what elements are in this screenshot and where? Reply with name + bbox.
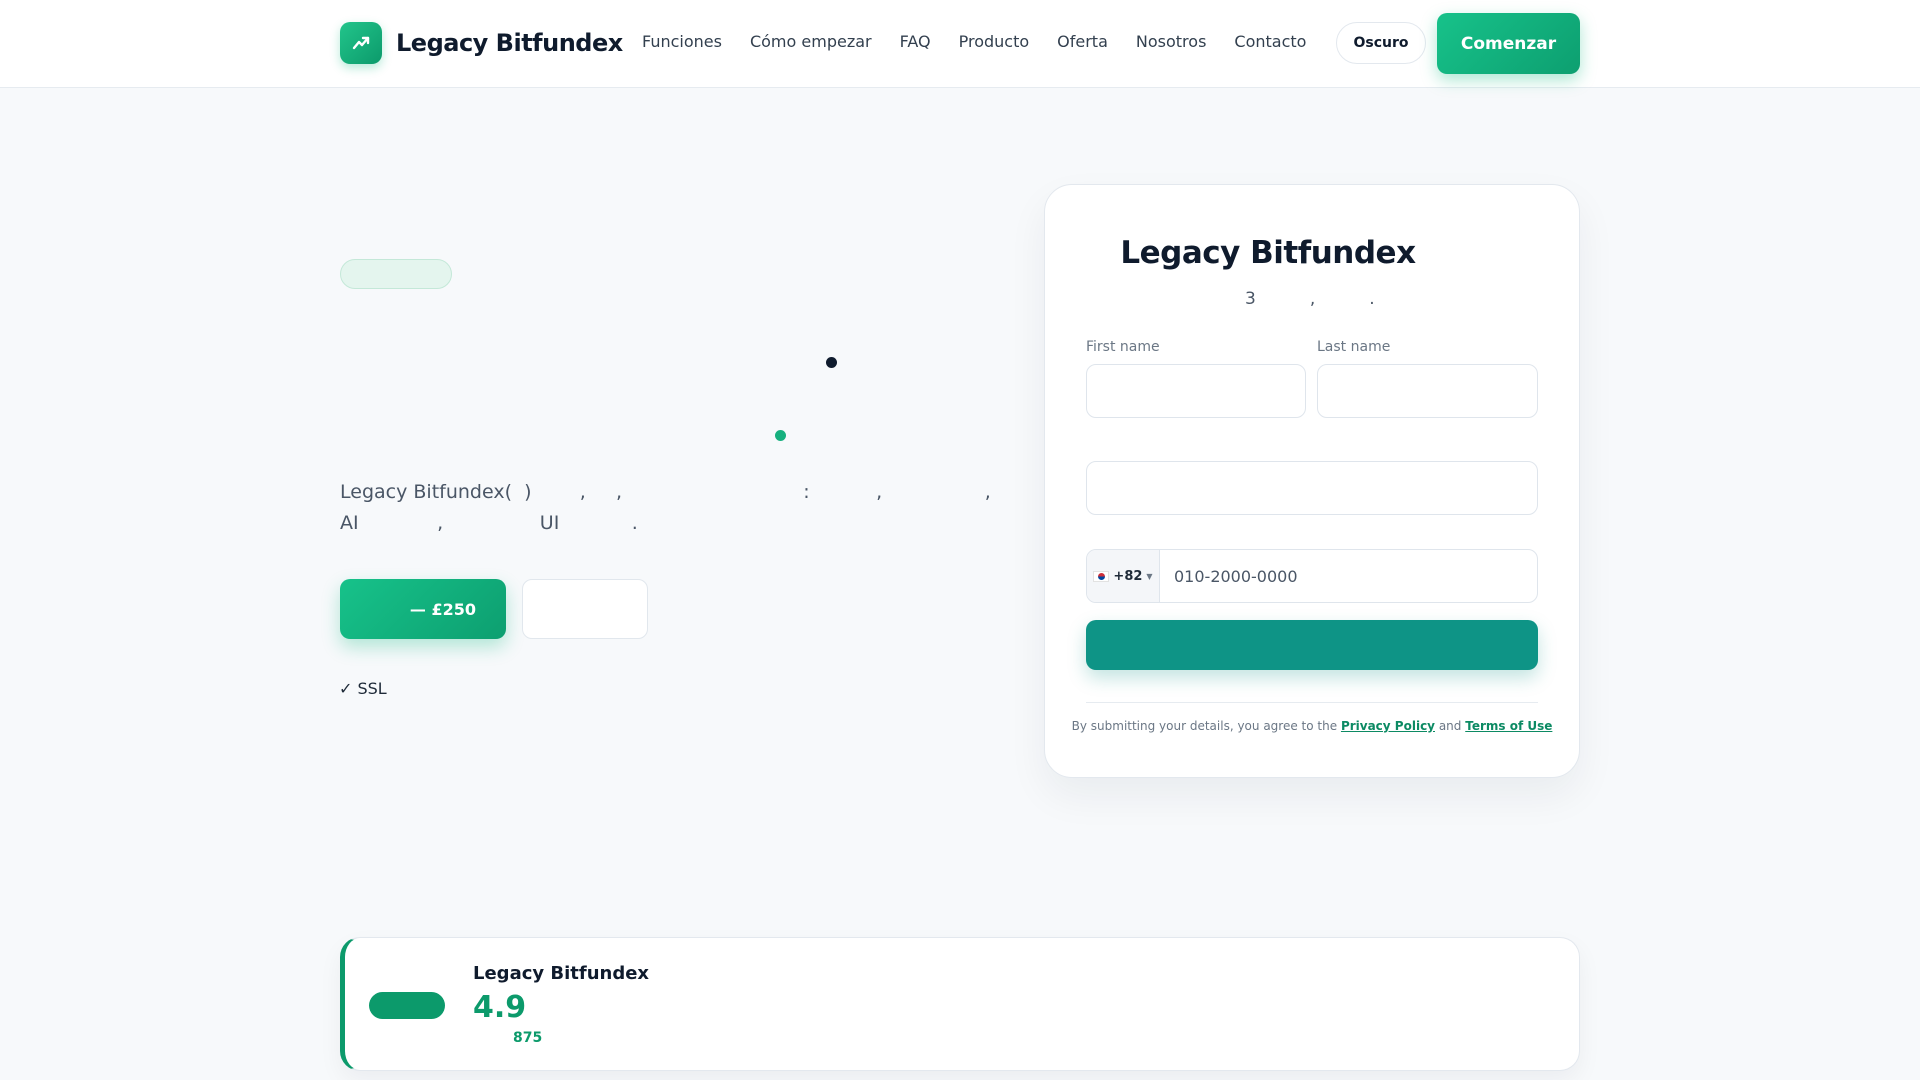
south-korea-flag-icon [1093, 570, 1110, 582]
decorative-dot-accent [775, 430, 786, 441]
hero-description-line: AI , UI . [340, 512, 638, 534]
main-nav: Funciones Cómo empezar FAQ Producto Ofer… [642, 32, 1334, 51]
first-name-input[interactable] [1086, 364, 1306, 418]
form-title: Legacy Bitfundex [1120, 235, 1416, 271]
country-code-select[interactable]: +82 ▼ [1087, 550, 1160, 602]
dark-mode-toggle[interactable]: Oscuro [1336, 22, 1426, 64]
email-input[interactable] [1086, 461, 1538, 515]
country-code: +82 [1113, 568, 1143, 584]
rating-card: Legacy Bitfundex 4.9 875 [340, 937, 1580, 1071]
site-header: Legacy Bitfundex Funciones Cómo empezar … [0, 0, 1920, 88]
signup-form: Legacy Bitfundex 3 , . First name Last n… [1044, 184, 1580, 778]
nav-nosotros[interactable]: Nosotros [1136, 32, 1207, 51]
terms-of-use-link[interactable]: Terms of Use [1465, 719, 1552, 733]
last-name-input[interactable] [1317, 364, 1538, 418]
legal-prefix: By submitting your details, you agree to… [1071, 719, 1338, 733]
first-name-label: First name [1086, 339, 1160, 355]
phone-input[interactable] [1160, 550, 1537, 602]
ssl-note: ✓ SSL [339, 679, 387, 698]
rating-score: 4.9 [473, 990, 527, 1025]
hero-badge [340, 259, 452, 289]
submit-button[interactable] [1086, 620, 1538, 670]
rating-badge [369, 992, 445, 1019]
last-name-label: Last name [1317, 339, 1391, 355]
brand-logo[interactable]: Legacy Bitfundex [340, 22, 623, 64]
privacy-policy-link[interactable]: Privacy Policy [1341, 719, 1435, 733]
nav-producto[interactable]: Producto [959, 32, 1030, 51]
rating-brand: Legacy Bitfundex [473, 963, 650, 984]
review-count: 875 [513, 1030, 543, 1046]
brand-name: Legacy Bitfundex [396, 29, 623, 57]
form-subtitle: 3 , . [1245, 289, 1375, 309]
hero-description: Legacy Bitfundex( ) , , : , , AI , UI . [340, 477, 991, 539]
nav-oferta[interactable]: Oferta [1057, 32, 1108, 51]
nav-faq[interactable]: FAQ [900, 32, 931, 51]
nav-funciones[interactable]: Funciones [642, 32, 722, 51]
phone-field: +82 ▼ [1086, 549, 1538, 603]
hero-primary-button[interactable]: — £250 [340, 579, 506, 639]
hero-secondary-button[interactable] [522, 579, 648, 639]
decorative-dot [826, 357, 837, 368]
nav-como-empezar[interactable]: Cómo empezar [750, 32, 872, 51]
legal-notice: By submitting your details, you agree to… [1045, 719, 1579, 733]
legal-and: and [1438, 719, 1462, 733]
trend-up-icon [340, 22, 382, 64]
nav-contacto[interactable]: Contacto [1234, 32, 1306, 51]
hero-description-line: Legacy Bitfundex( ) , , : , , [340, 481, 991, 503]
caret-down-icon: ▼ [1146, 571, 1153, 581]
start-button[interactable]: Comenzar [1437, 13, 1580, 74]
form-divider [1086, 702, 1538, 703]
